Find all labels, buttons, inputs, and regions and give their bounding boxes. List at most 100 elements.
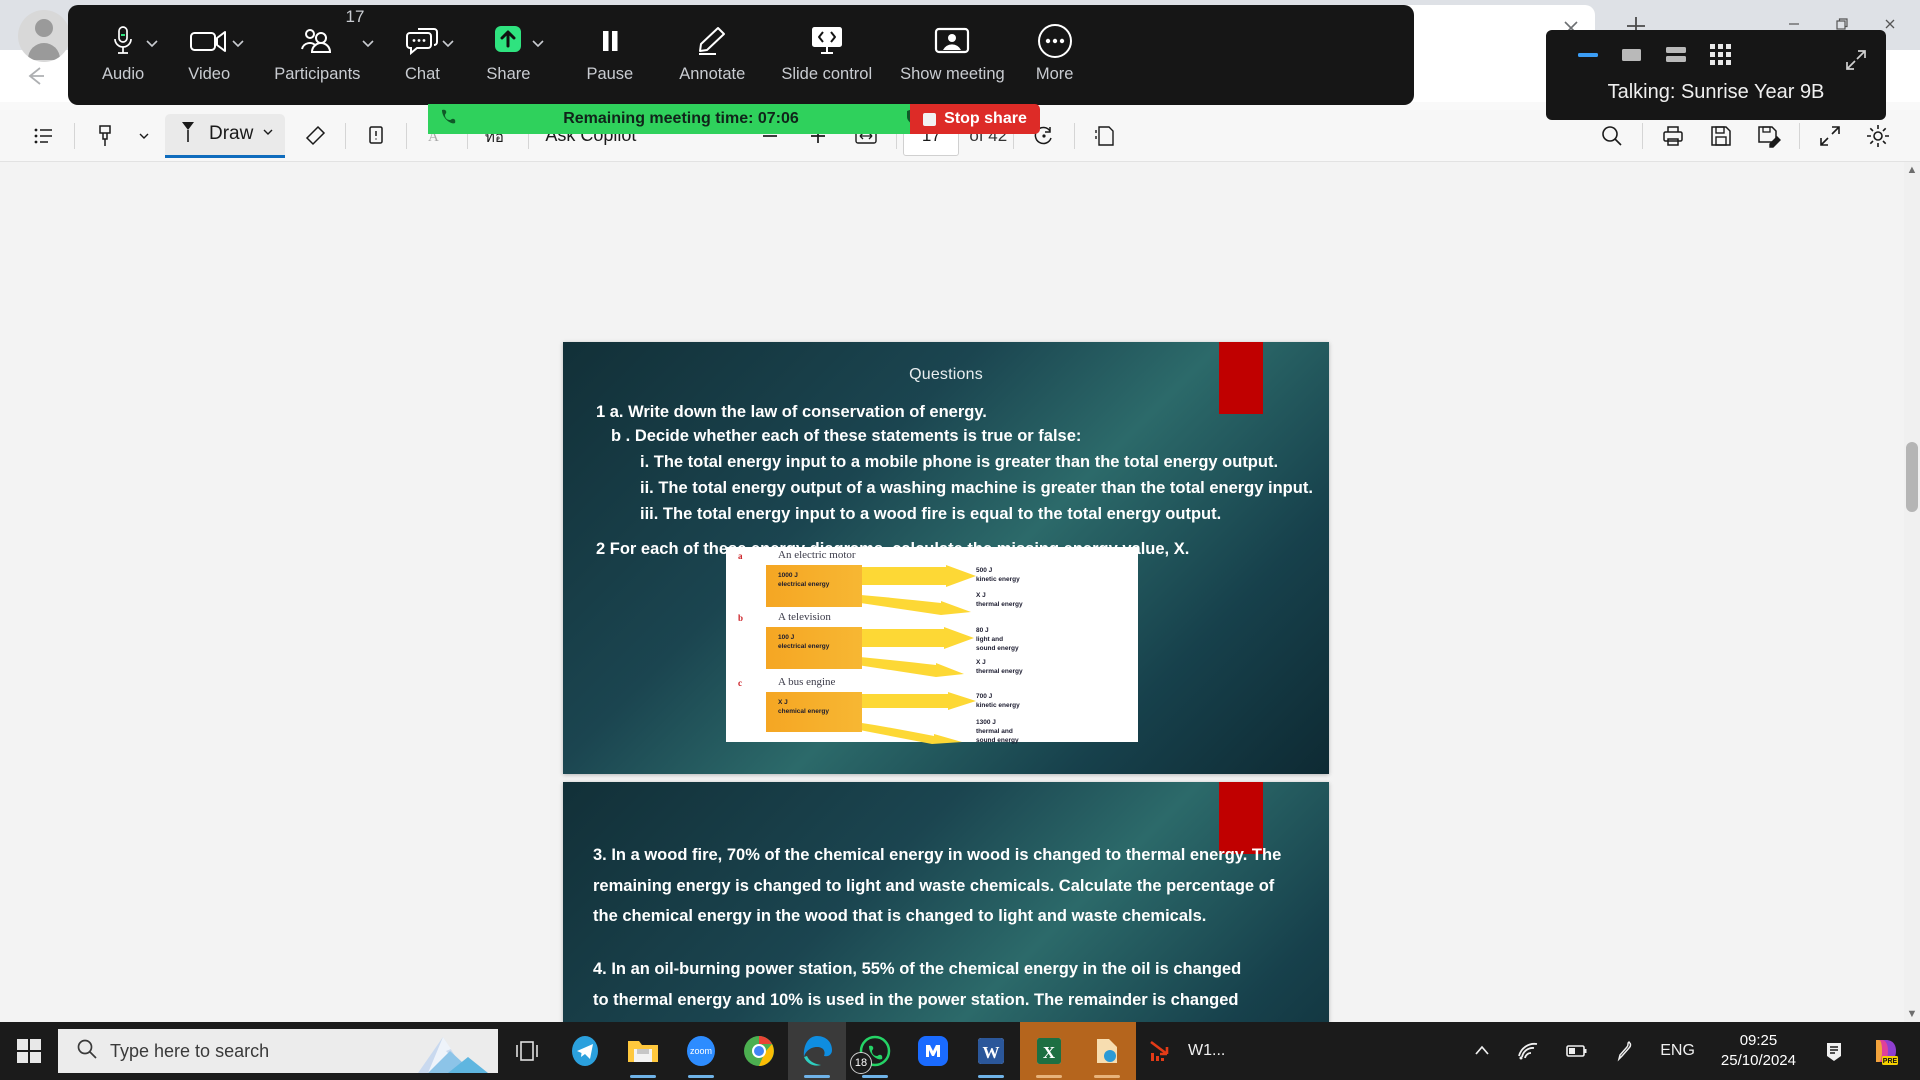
share-chevron-down-icon[interactable] [530, 5, 546, 55]
page-layout-icon[interactable] [1085, 116, 1125, 156]
draw-tool-button[interactable]: Draw [165, 113, 286, 158]
back-arrow-icon[interactable] [16, 56, 56, 96]
scroll-down-icon[interactable]: ▼ [1906, 1008, 1918, 1020]
file-explorer-icon[interactable] [614, 1022, 672, 1080]
zoom-participants-button[interactable]: 17 Participants [274, 5, 364, 84]
windows-start-icon[interactable] [0, 1022, 58, 1080]
stocks-taskbar-widget[interactable]: W1... [1136, 1022, 1237, 1080]
gallery-view-icon[interactable] [1710, 44, 1732, 71]
taskbar-clock[interactable]: 09:25 25/10/2024 [1707, 1031, 1810, 1072]
word-icon[interactable]: W [962, 1022, 1020, 1080]
notifications-icon[interactable] [1810, 1022, 1858, 1080]
outline-icon[interactable] [24, 116, 64, 156]
wifi-icon[interactable] [1504, 1022, 1552, 1080]
scrollbar-thumb[interactable] [1906, 442, 1918, 512]
slide-questions-continued: 3. In a wood fire, 70% of the chemical e… [563, 782, 1329, 1022]
expand-diagonal-icon[interactable] [1844, 48, 1868, 77]
diagram-input-box: X J chemical energy [766, 692, 862, 732]
participants-icon [297, 19, 337, 63]
show-hidden-icons-icon[interactable] [1460, 1022, 1504, 1080]
pdf-page-area: Questions 1 a. Write down the law of con… [0, 162, 1920, 1022]
zoom-share-button[interactable]: Share [486, 5, 530, 84]
phone-icon[interactable] [438, 107, 458, 132]
save-as-icon[interactable] [1749, 116, 1789, 156]
split-view-icon[interactable] [1666, 46, 1688, 69]
question-1b-iii: iii. The total energy input to a wood fi… [640, 505, 1222, 523]
diagram-output-value: 80 J [976, 627, 989, 634]
draw-tool-label: Draw [209, 123, 254, 144]
zoom-audio-button[interactable]: Audio [102, 5, 144, 84]
audio-chevron-down-icon[interactable] [144, 5, 160, 55]
speaker-view-icon[interactable] [1622, 47, 1644, 68]
diagram-input-label: chemical energy [778, 708, 829, 716]
chevron-down-icon[interactable] [130, 116, 158, 156]
draw-caret-icon[interactable] [261, 125, 275, 144]
zoom-annotate-button[interactable]: Annotate [679, 5, 745, 84]
zoom-pause-label: Pause [586, 65, 634, 83]
chrome-icon[interactable] [730, 1022, 788, 1080]
search-icon [76, 1038, 98, 1065]
scroll-up-icon[interactable]: ▲ [1906, 164, 1918, 176]
language-indicator[interactable]: ENG [1648, 1022, 1707, 1080]
zoom-slide-control-label: Slide control [781, 65, 873, 83]
microphone-icon [108, 19, 138, 63]
zoom-audio-label: Audio [102, 65, 145, 83]
excel-icon[interactable]: X [1020, 1022, 1078, 1080]
diagram-output-value: 700 J [976, 693, 993, 700]
zoom-participants-label: Participants [274, 65, 361, 83]
highlighter-icon[interactable] [85, 116, 125, 156]
whatsapp-badge: 18 [850, 1052, 872, 1074]
stop-share-button[interactable]: Stop share [910, 104, 1040, 134]
zoom-show-meeting-button[interactable]: Show meeting [900, 5, 1005, 84]
slide-control-icon [806, 19, 848, 63]
diagram-input-value: X J [778, 699, 788, 706]
task-view-icon[interactable] [498, 1022, 556, 1080]
zoom-video-button[interactable]: Video [188, 5, 230, 84]
search-input[interactable]: Type here to search [58, 1029, 498, 1073]
settings-gear-icon[interactable] [1858, 116, 1898, 156]
battery-icon[interactable] [1552, 1022, 1602, 1080]
minimize-view-icon[interactable] [1578, 48, 1600, 67]
telegram-icon[interactable] [556, 1022, 614, 1080]
share-up-arrow-icon [490, 19, 526, 63]
note-icon[interactable] [356, 116, 396, 156]
talking-overlay-panel: Talking: Sunrise Year 9B [1546, 30, 1886, 120]
diagram-input-label: electrical energy [778, 643, 830, 651]
stop-square-icon [923, 112, 937, 126]
save-icon[interactable] [1701, 116, 1741, 156]
slide-title: Questions [909, 366, 983, 383]
diagram-row-title: A bus engine [778, 676, 836, 688]
powerpoint-icon[interactable] [1078, 1022, 1136, 1080]
stocks-label: W1... [1188, 1042, 1226, 1059]
participants-count-badge: 17 [345, 7, 365, 26]
diagram-output-label: kinetic energy [976, 701, 1020, 709]
zoom-chat-button[interactable]: Chat [404, 5, 440, 84]
notion-icon[interactable] [904, 1022, 962, 1080]
zoom-pause-button[interactable]: Pause [586, 5, 633, 84]
whatsapp-icon[interactable]: 18 [846, 1022, 904, 1080]
zoom-show-meeting-label: Show meeting [900, 65, 1005, 83]
search-icon[interactable] [1592, 116, 1632, 156]
diagram-row-letter: a [738, 551, 743, 561]
copilot-pre-icon[interactable]: PRE [1858, 1022, 1912, 1080]
taskbar-apps: zoom 18 W X [556, 1022, 1136, 1080]
video-chevron-down-icon[interactable] [230, 5, 246, 55]
diagram-output-value: 1300 J [976, 719, 996, 726]
zoom-icon[interactable]: zoom [672, 1022, 730, 1080]
diagram-output: X J thermal energy [976, 592, 1023, 610]
chat-chevron-down-icon[interactable] [440, 5, 456, 55]
zoom-slide-control-button[interactable]: Slide control [781, 5, 872, 84]
eraser-icon[interactable] [295, 116, 335, 156]
pause-icon [595, 19, 625, 63]
print-icon[interactable] [1653, 116, 1693, 156]
question-4-oil: 4. In an oil-burning power station, 55% … [593, 960, 1242, 1022]
toolbar-divider [1074, 122, 1076, 149]
view-mode-controls [1546, 30, 1886, 71]
pen-tray-icon[interactable] [1602, 1022, 1648, 1080]
fullscreen-icon[interactable] [1810, 116, 1850, 156]
diagram-row-letter: c [738, 678, 742, 688]
zoom-more-button[interactable]: More [1035, 5, 1075, 84]
edge-icon[interactable] [788, 1022, 846, 1080]
diagram-output-value: X J [976, 659, 986, 666]
pdf-scrollbar[interactable]: ▲ ▼ [1904, 162, 1920, 1022]
